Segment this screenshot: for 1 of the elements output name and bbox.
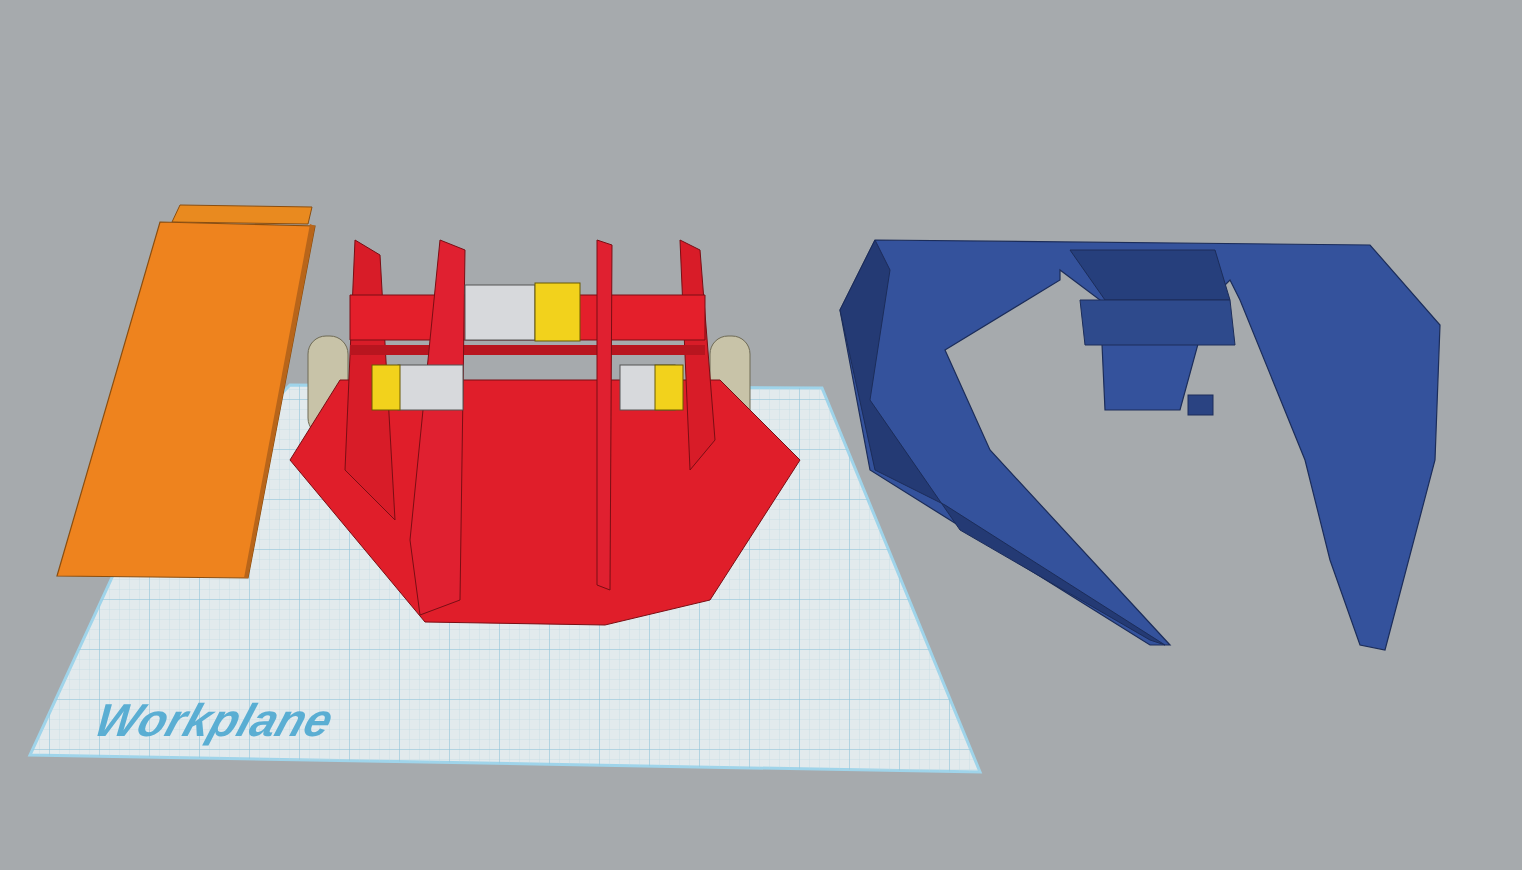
workplane-label: Workplane bbox=[88, 694, 340, 746]
